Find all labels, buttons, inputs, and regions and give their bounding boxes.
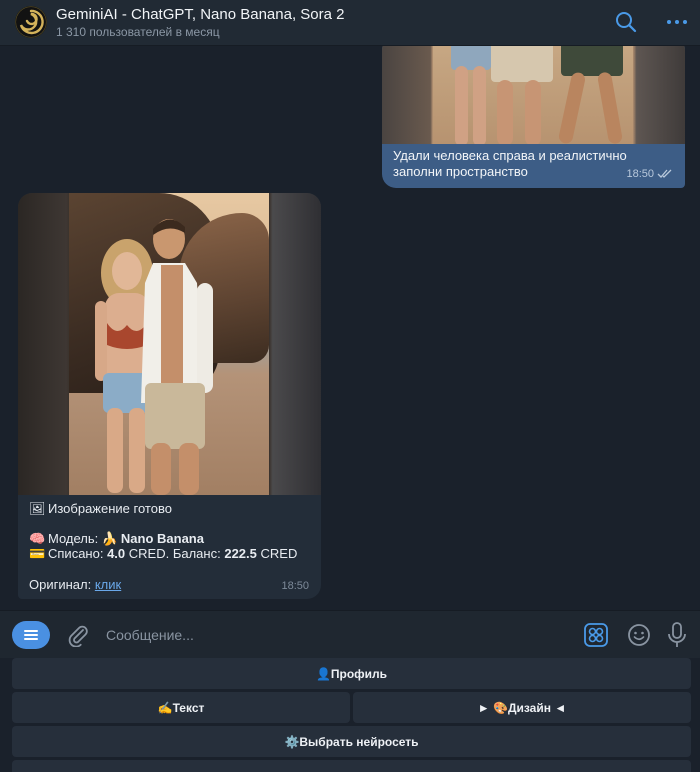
paperclip-icon[interactable] bbox=[66, 623, 90, 648]
chat-title[interactable]: GeminiAI - ChatGPT, Nano Banana, Sora 2 bbox=[56, 6, 344, 23]
original-link[interactable]: клик bbox=[95, 577, 121, 592]
result-caption: 🖼 Изображение готово 🧠 Модель: 🍌 Nano Banan… bbox=[29, 501, 314, 561]
chat-header: GeminiAI - ChatGPT, Nano Banana, Sora 2 … bbox=[0, 0, 700, 46]
picture-icon: 🖼 bbox=[29, 501, 46, 516]
banana-icon: 🍌 bbox=[101, 531, 119, 546]
message-input[interactable] bbox=[106, 625, 566, 645]
message-composer bbox=[0, 610, 700, 658]
profile-button[interactable]: 👤Профиль bbox=[12, 658, 691, 689]
status-line: 🖼 Изображение готово bbox=[29, 501, 172, 516]
choose-model-button[interactable]: ⚙️Выбрать нейросеть bbox=[12, 726, 691, 757]
bot-menu-button[interactable] bbox=[12, 621, 50, 649]
card-icon: 💳 bbox=[29, 546, 46, 561]
design-button[interactable]: ► 🎨Дизайн ◄ bbox=[353, 692, 691, 723]
emoji-icon[interactable] bbox=[627, 623, 651, 647]
outgoing-message[interactable]: Удали человека справа и реалистично запо… bbox=[382, 46, 685, 188]
outgoing-photo[interactable] bbox=[382, 46, 685, 144]
search-icon[interactable] bbox=[614, 10, 638, 34]
bot-avatar[interactable] bbox=[15, 6, 47, 38]
original-line: Оригинал: клик bbox=[29, 577, 122, 592]
incoming-time: 18:50 bbox=[281, 580, 309, 592]
outgoing-text: Удали человека справа и реалистично запо… bbox=[393, 148, 627, 179]
more-options-icon[interactable] bbox=[665, 10, 689, 34]
chat-subtitle: 1 310 пользователей в месяц bbox=[56, 25, 220, 39]
brain-icon: 🧠 bbox=[29, 531, 46, 546]
keyboard-row-partial[interactable] bbox=[12, 760, 691, 772]
generated-image[interactable] bbox=[18, 193, 321, 495]
outgoing-time: 18:50 bbox=[626, 168, 673, 180]
incoming-message[interactable]: 🖼 Изображение готово 🧠 Модель: 🍌 Nano Banan… bbox=[18, 193, 321, 599]
reply-keyboard: 👤Профиль ✍️Текст ► 🎨Дизайн ◄ ⚙️Выбрать н… bbox=[0, 658, 700, 772]
keyboard-grid-icon[interactable] bbox=[584, 623, 608, 647]
balance-line: 💳 Списано: 4.0 CRED. Баланс: 222.5 CRED bbox=[29, 546, 298, 561]
message-list[interactable]: Удали человека справа и реалистично запо… bbox=[0, 46, 700, 610]
model-line: 🧠 Модель: 🍌 Nano Banana bbox=[29, 531, 204, 546]
double-check-icon bbox=[657, 169, 672, 178]
text-button[interactable]: ✍️Текст bbox=[12, 692, 350, 723]
microphone-icon[interactable] bbox=[666, 622, 688, 648]
